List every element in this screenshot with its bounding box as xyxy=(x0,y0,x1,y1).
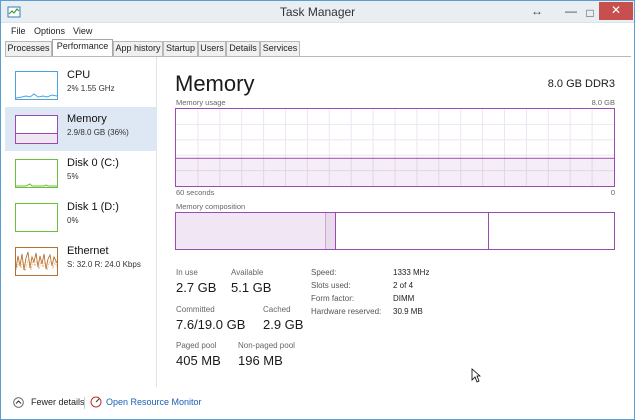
tab-details[interactable]: Details xyxy=(226,41,260,56)
device-value: 5% xyxy=(67,172,79,181)
fewer-details-button[interactable]: Fewer details xyxy=(31,397,85,407)
device-ethernet[interactable]: Ethernet S: 32.0 R: 24.0 Kbps xyxy=(5,239,157,283)
paged-pool-value: 405 MB xyxy=(176,353,221,368)
composition-standby-divider xyxy=(488,213,489,249)
mouse-cursor-icon xyxy=(471,368,481,383)
title-bar[interactable]: Task Manager ↔ — □ ✕ xyxy=(1,1,634,23)
device-value: 0% xyxy=(67,216,79,225)
tab-performance[interactable]: Performance xyxy=(52,39,113,56)
cached-value: 2.9 GB xyxy=(263,317,304,332)
memory-spec: 8.0 GB DDR3 xyxy=(547,78,615,90)
composition-modified xyxy=(326,213,336,249)
speed-value: 1333 MHz xyxy=(393,268,430,277)
menu-view[interactable]: View xyxy=(73,26,92,36)
non-paged-pool-value: 196 MB xyxy=(238,353,283,368)
usage-area xyxy=(176,158,614,186)
menu-options[interactable]: Options xyxy=(34,26,65,36)
ethernet-thumbnail-graph xyxy=(15,247,58,276)
tab-processes[interactable]: Processes xyxy=(5,41,52,56)
hardware-reserved-value: 30.9 MB xyxy=(393,307,423,316)
committed-label: Committed xyxy=(176,305,215,314)
committed-value: 7.6/19.0 GB xyxy=(176,317,246,332)
device-disk-0[interactable]: Disk 0 (C:) 5% xyxy=(5,151,157,195)
composition-in-use xyxy=(176,213,326,249)
device-value: 2.9/8.0 GB (36%) xyxy=(67,128,129,137)
speed-label: Speed: xyxy=(311,268,337,277)
slots-value: 2 of 4 xyxy=(393,281,414,290)
usage-graph-label: Memory usage xyxy=(176,98,226,107)
device-cpu[interactable]: CPU 2% 1.55 GHz xyxy=(5,63,157,107)
chevron-up-icon[interactable] xyxy=(13,397,24,408)
memory-thumbnail-graph xyxy=(15,115,58,144)
in-use-label: In use xyxy=(176,268,198,277)
device-name: Memory xyxy=(67,113,107,125)
device-list: CPU 2% 1.55 GHz Memory 2.9/8.0 GB (36%) … xyxy=(5,57,157,387)
tab-users[interactable]: Users xyxy=(198,41,226,56)
composition-graph-label: Memory composition xyxy=(176,202,246,211)
graph-time-start: 60 seconds xyxy=(176,188,215,197)
non-paged-pool-label: Non-paged pool xyxy=(238,341,295,350)
disk0-thumbnail-graph xyxy=(15,159,58,188)
device-value: 2% 1.55 GHz xyxy=(67,84,115,93)
resize-icon[interactable]: ↔ xyxy=(530,1,544,21)
in-use-value: 2.7 GB xyxy=(176,280,217,295)
available-value: 5.1 GB xyxy=(231,280,272,295)
footer-bar: Fewer details Open Resource Monitor xyxy=(1,389,634,419)
device-name: CPU xyxy=(67,69,91,81)
memory-usage-chart xyxy=(176,109,614,186)
page-title: Memory xyxy=(175,71,255,96)
tab-app-history[interactable]: App history xyxy=(113,41,163,56)
device-memory[interactable]: Memory 2.9/8.0 GB (36%) xyxy=(5,107,157,151)
resource-monitor-icon xyxy=(90,396,102,408)
hardware-reserved-label: Hardware reserved: xyxy=(311,307,382,316)
device-name: Disk 0 (C:) xyxy=(67,157,119,169)
disk1-thumbnail-graph xyxy=(15,203,58,232)
available-label: Available xyxy=(231,268,264,277)
tab-services[interactable]: Services xyxy=(260,41,300,56)
task-manager-window: Task Manager ↔ — □ ✕ File Options View P… xyxy=(0,0,635,420)
maximize-button[interactable]: □ xyxy=(583,3,597,23)
minimize-button[interactable]: — xyxy=(561,1,581,21)
device-value: S: 32.0 R: 24.0 Kbps xyxy=(67,260,141,269)
footer-divider xyxy=(84,397,85,409)
paged-pool-label: Paged pool xyxy=(176,341,217,350)
device-name: Ethernet xyxy=(67,245,109,257)
device-name: Disk 1 (D:) xyxy=(67,201,119,213)
device-disk-1[interactable]: Disk 1 (D:) 0% xyxy=(5,195,157,239)
form-factor-label: Form factor: xyxy=(311,294,355,303)
memory-composition-bar xyxy=(175,212,615,250)
tab-startup[interactable]: Startup xyxy=(163,41,198,56)
cached-label: Cached xyxy=(263,305,291,314)
usage-graph-max: 8.0 GB xyxy=(591,98,615,107)
graph-time-end: 0 xyxy=(610,188,615,197)
form-factor-value: DIMM xyxy=(393,294,415,303)
slots-label: Slots used: xyxy=(311,281,351,290)
close-button[interactable]: ✕ xyxy=(599,2,633,20)
cpu-thumbnail-graph xyxy=(15,71,58,100)
open-resource-monitor-link[interactable]: Open Resource Monitor xyxy=(106,397,202,407)
memory-usage-graph xyxy=(175,108,615,187)
menu-bar: File Options View xyxy=(1,24,634,40)
menu-file[interactable]: File xyxy=(11,26,26,36)
